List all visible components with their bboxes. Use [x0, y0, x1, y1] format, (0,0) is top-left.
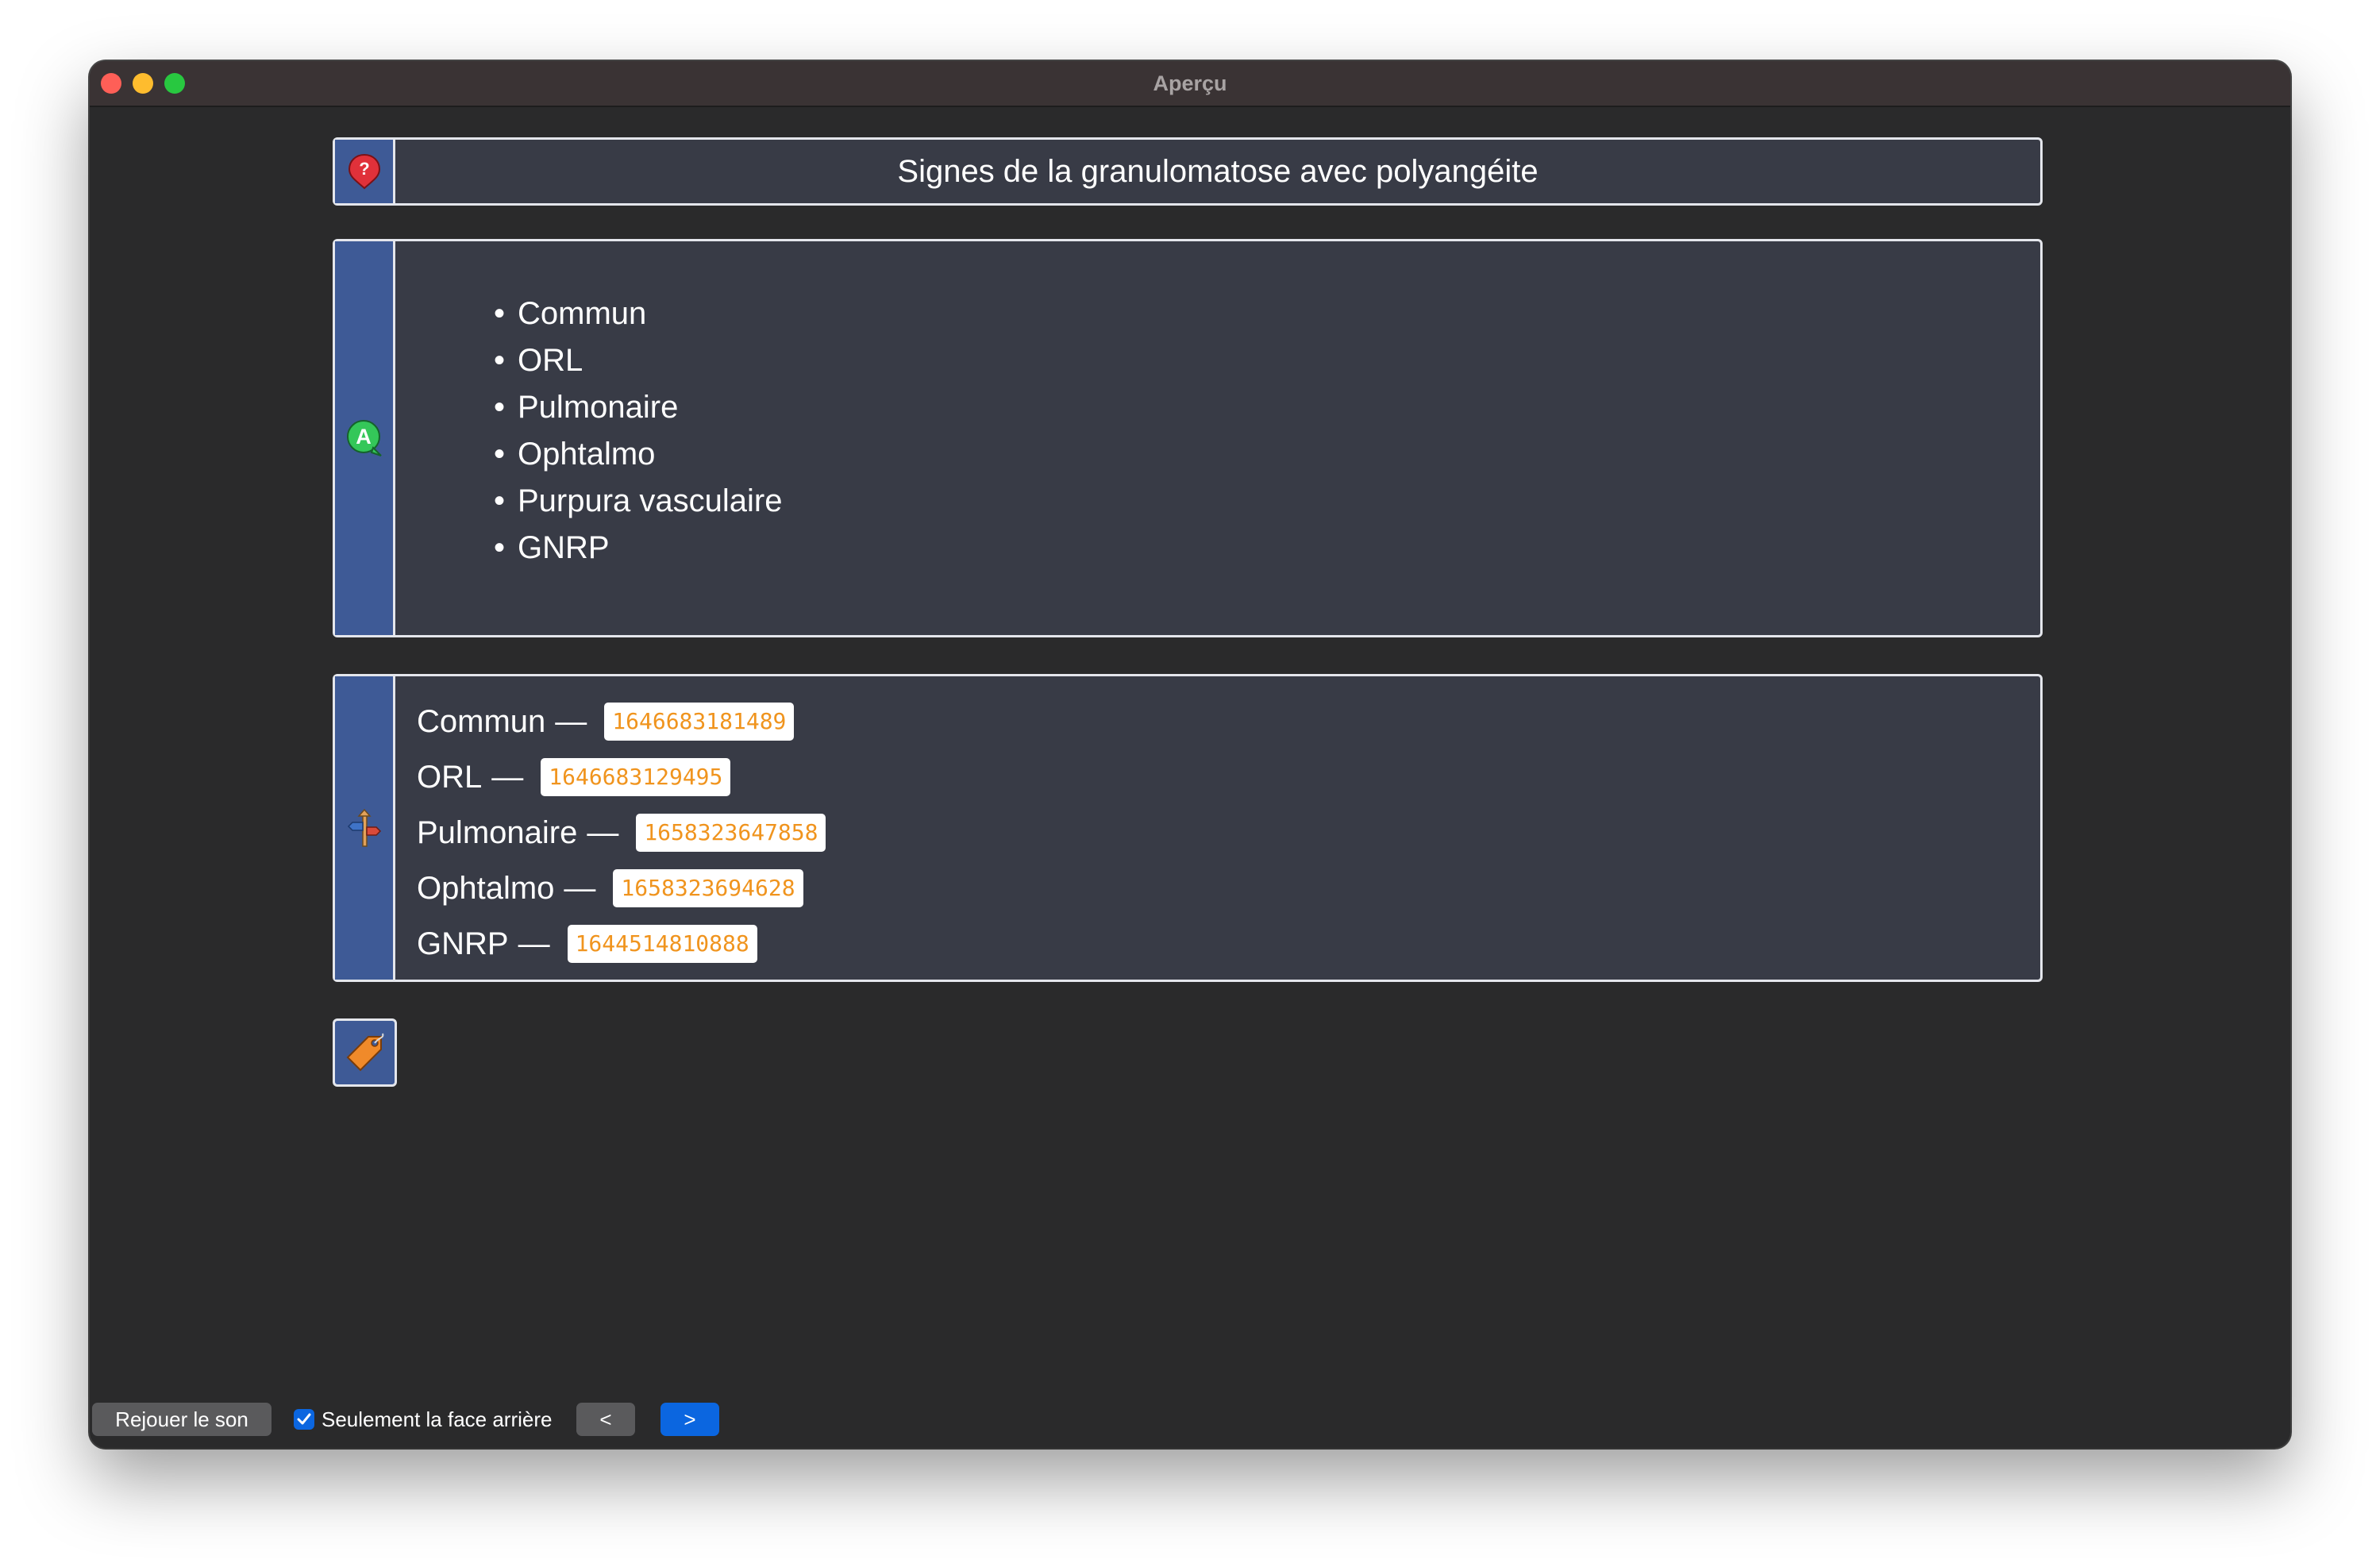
reference-id-link[interactable]: 1646683129495 [541, 758, 731, 796]
list-item: Purpura vasculaire [494, 478, 782, 525]
preview-window: Aperçu ? Signes de la granulomatose avec… [90, 61, 2290, 1448]
reference-separator: — [491, 759, 524, 795]
list-item: Commun [494, 291, 783, 337]
previous-button[interactable]: < [576, 1403, 635, 1436]
answer-card: A Commun ORL Pulmonaire Ophtalmo Purpura… [333, 239, 2043, 637]
reference-id-link[interactable]: 1644514810888 [567, 925, 757, 963]
reference-label: Pulmonaire [417, 814, 578, 850]
question-text: Signes de la granulomatose avec polyangé… [897, 153, 1539, 189]
question-side-bar: ? [335, 140, 395, 203]
answer-side-bar: A [335, 241, 395, 635]
reference-label: GNRP [417, 926, 509, 961]
answer-list: Commun ORL Pulmonaire Ophtalmo Purpura v… [494, 291, 783, 572]
back-only-checkbox[interactable] [294, 1409, 314, 1430]
reference-separator: — [518, 926, 550, 961]
reference-label: Commun [417, 703, 546, 739]
question-card: ? Signes de la granulomatose avec polyan… [333, 137, 2043, 206]
reference-id-link[interactable]: 1646683181489 [604, 703, 795, 741]
reference-list: Commun — 1646683181489 ORL — 16466831294… [417, 694, 826, 972]
back-only-label: Seulement la face arrière [322, 1407, 553, 1431]
reference-row: ORL — 1646683129495 [417, 749, 826, 805]
window-title: Aperçu [1153, 71, 1227, 95]
tags-box[interactable] [333, 1018, 397, 1087]
bottom-toolbar: Rejouer le son Seulement la face arrière… [90, 1403, 2290, 1438]
reference-label: Ophtalmo [417, 870, 555, 906]
answer-a-icon: A [346, 420, 382, 456]
list-item: Ophtalmo [494, 431, 783, 478]
reference-row: Pulmonaire — 1658323647858 [417, 805, 826, 861]
replay-audio-button[interactable]: Rejouer le son [92, 1403, 272, 1436]
reference-row: GNRP — 1644514810888 [417, 916, 826, 972]
reference-id-link[interactable]: 1658323647858 [636, 814, 826, 852]
svg-text:?: ? [359, 159, 369, 179]
reference-label: ORL [417, 759, 483, 795]
reference-separator: — [564, 870, 596, 906]
reference-row: Commun — 1646683181489 [417, 694, 826, 749]
reference-row: Ophtalmo — 1658323694628 [417, 861, 826, 916]
list-item: Pulmonaire [494, 384, 783, 431]
references-card: Commun — 1646683181489 ORL — 16466831294… [333, 674, 2043, 982]
next-button[interactable]: > [660, 1403, 719, 1436]
list-item: GNRP [494, 525, 783, 572]
list-item: ORL [494, 337, 783, 384]
reference-id-link[interactable]: 1658323694628 [613, 869, 803, 907]
signpost-icon [347, 808, 381, 847]
tag-icon [346, 1033, 383, 1072]
question-marker-icon: ? [348, 153, 380, 190]
references-side-bar [335, 676, 395, 980]
checkmark-icon [297, 1413, 311, 1425]
reference-separator: — [555, 703, 587, 739]
back-only-option[interactable]: Seulement la face arrière [294, 1403, 552, 1436]
svg-text:A: A [356, 425, 372, 449]
title-bar: Aperçu [90, 61, 2290, 107]
reference-separator: — [587, 814, 619, 850]
